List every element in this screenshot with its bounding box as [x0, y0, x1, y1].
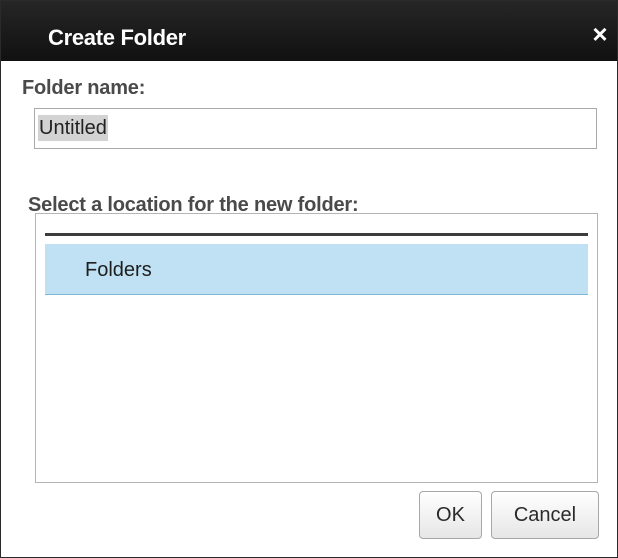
tree-header-divider: [45, 233, 588, 236]
folder-name-selected-text: Untitled: [38, 115, 108, 141]
dialog-title: Create Folder: [48, 25, 186, 50]
create-folder-dialog: Create Folder × Folder name: Untitled Se…: [0, 0, 618, 558]
folder-name-input[interactable]: [34, 108, 597, 149]
close-icon[interactable]: ×: [589, 21, 611, 47]
dialog-titlebar[interactable]: Create Folder ×: [1, 1, 617, 61]
folder-name-label: Folder name:: [22, 77, 146, 99]
cancel-button[interactable]: Cancel: [491, 491, 599, 539]
tree-item-label: Folders: [85, 259, 152, 281]
location-tree[interactable]: Folders: [35, 213, 598, 483]
ok-button[interactable]: OK: [419, 491, 482, 539]
tree-item-folders[interactable]: Folders: [45, 244, 588, 295]
